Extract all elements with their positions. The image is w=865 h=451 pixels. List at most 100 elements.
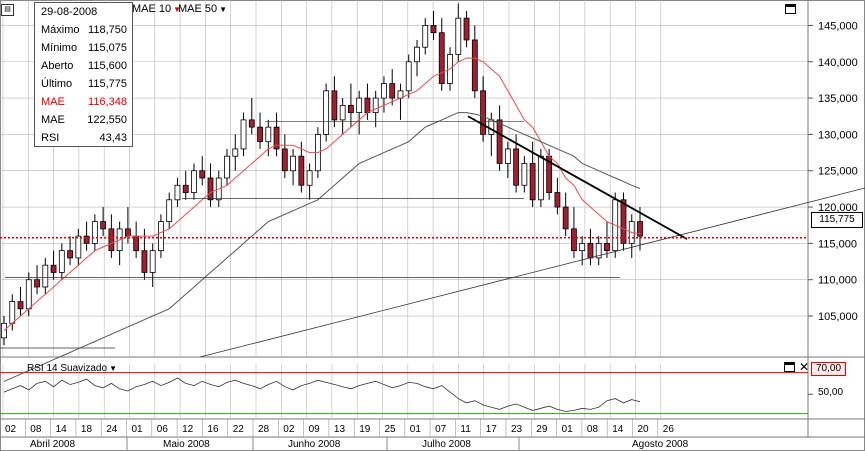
candle-body bbox=[414, 46, 420, 63]
x-tick-label: 18 bbox=[81, 424, 93, 435]
y-tick-label: 105,000 bbox=[818, 311, 858, 323]
x-month-label: Julho 2008 bbox=[422, 439, 471, 450]
candle-body bbox=[488, 119, 495, 135]
x-tick-label: 29 bbox=[536, 424, 548, 435]
candle-body bbox=[471, 39, 478, 92]
y-tick-label: 130,000 bbox=[818, 129, 858, 141]
candle-body bbox=[257, 126, 263, 143]
x-tick-label: 14 bbox=[612, 424, 624, 435]
tooltip-row-label: MAE bbox=[41, 114, 65, 126]
tooltip-row: MAE 116,348 bbox=[41, 93, 131, 111]
x-tick-label: 19 bbox=[359, 424, 371, 435]
x-month-label: Agosto 2008 bbox=[632, 439, 689, 450]
candle-body bbox=[149, 250, 156, 273]
x-tick-label: 08 bbox=[587, 424, 599, 435]
tooltip-row-value: 122,550 bbox=[87, 114, 127, 126]
candle-body bbox=[100, 221, 107, 230]
last-price-label: 115,775 bbox=[811, 212, 863, 228]
x-tick-label: 01 bbox=[132, 424, 144, 435]
candle-body bbox=[529, 163, 536, 201]
candle-body bbox=[513, 148, 520, 186]
candle-body bbox=[496, 119, 503, 164]
candle-body bbox=[323, 90, 330, 135]
candle-body bbox=[34, 279, 40, 288]
x-tick-label: 06 bbox=[157, 424, 169, 435]
candle-body bbox=[75, 235, 82, 259]
tooltip-row: Mínimo 115,075 bbox=[41, 39, 131, 57]
x-tick-label: 07 bbox=[435, 424, 447, 435]
candle-body bbox=[124, 228, 131, 237]
dropdown-arrow-icon: ▼ bbox=[219, 5, 228, 14]
tooltip-row-value: 115,075 bbox=[88, 42, 127, 54]
trend-line-up bbox=[199, 187, 865, 358]
tooltip-row-value: 118,750 bbox=[88, 24, 127, 36]
candle-body bbox=[521, 163, 528, 186]
x-tick-label: 13 bbox=[334, 424, 346, 435]
x-tick-label: 02 bbox=[5, 424, 17, 435]
tooltip-row-label: RSI bbox=[41, 132, 60, 144]
candle-body bbox=[463, 17, 470, 41]
x-tick-label: 02 bbox=[283, 424, 295, 435]
x-tick-label: 26 bbox=[663, 424, 675, 435]
x-tick-label: 01 bbox=[562, 424, 574, 435]
candle-body bbox=[207, 177, 214, 201]
x-tick-label: 08 bbox=[30, 424, 42, 435]
candle-body bbox=[504, 148, 511, 164]
candle-body bbox=[339, 104, 346, 121]
candle-body bbox=[141, 250, 148, 273]
candle-body bbox=[298, 155, 305, 186]
tooltip-row: RSI 43,43 bbox=[41, 129, 131, 147]
maximize-icon[interactable] bbox=[785, 4, 796, 14]
candle-body bbox=[42, 264, 49, 288]
candle-body bbox=[91, 221, 98, 244]
tooltip-date-row: 29-08-2008 bbox=[41, 3, 131, 21]
candle-body bbox=[604, 242, 610, 252]
mae10-indicator-toggle[interactable]: MAE 10 ▼ bbox=[132, 2, 181, 16]
y-tick-label: 125,000 bbox=[818, 166, 858, 178]
chart-menu-icon[interactable]: ▤ bbox=[1, 4, 14, 16]
candle-body bbox=[480, 90, 486, 135]
rsi-label: RSI 14 Suavizado bbox=[27, 363, 108, 374]
candle-body bbox=[430, 25, 437, 34]
close-icon[interactable]: ✕ bbox=[798, 361, 810, 373]
tooltip-row-value: 116,348 bbox=[88, 96, 127, 108]
x-tick-label: 23 bbox=[511, 424, 523, 435]
tooltip-row-value: 115,775 bbox=[88, 78, 127, 90]
candle-body bbox=[331, 90, 338, 121]
rsi-indicator-toggle[interactable]: RSI 14 Suavizado ▼ bbox=[27, 362, 117, 375]
rsi-maximize-icon[interactable] bbox=[784, 362, 795, 372]
data-tooltip: 29-08-2008 Máximo 118,750 Mínimo 115,075 Abe… bbox=[34, 2, 133, 147]
candle-body bbox=[356, 97, 363, 114]
candle-body bbox=[364, 97, 371, 114]
ma50-line bbox=[3, 112, 641, 382]
candle-body bbox=[248, 119, 255, 128]
candle-body bbox=[58, 250, 65, 273]
y-tick-label: 110,000 bbox=[818, 275, 857, 287]
candle-body bbox=[381, 83, 387, 99]
candle-body bbox=[240, 119, 247, 150]
candle-body bbox=[224, 155, 230, 179]
x-tick-label: 17 bbox=[486, 424, 498, 435]
x-tick-label: 20 bbox=[638, 424, 650, 435]
candle-body bbox=[290, 155, 296, 172]
tooltip-row-label: Mínimo bbox=[41, 42, 78, 54]
rsi-line bbox=[3, 377, 641, 412]
candle-body bbox=[174, 184, 181, 201]
candle-body bbox=[199, 170, 206, 179]
tooltip-row-value: 115,600 bbox=[88, 60, 127, 72]
tooltip-row: Máximo 118,750 bbox=[41, 21, 131, 39]
tooltip-row-value: 43,43 bbox=[99, 132, 127, 144]
x-tick-label: 09 bbox=[309, 424, 321, 435]
candle-body bbox=[67, 250, 73, 259]
tooltip-row-label: MAE bbox=[41, 96, 65, 108]
candle-body bbox=[108, 228, 115, 252]
candle-body bbox=[166, 199, 173, 222]
rsi-mid-level-label: 50,00 bbox=[818, 387, 844, 398]
candle-body bbox=[372, 97, 379, 114]
candle-body bbox=[571, 228, 577, 252]
rsi-upper-level-label: 70,00 bbox=[811, 362, 846, 376]
candle-body bbox=[25, 279, 32, 310]
mae50-indicator-toggle[interactable]: MAE 50 ▼ bbox=[178, 2, 227, 16]
candle-body bbox=[158, 221, 164, 252]
tooltip-row-label: Máximo bbox=[41, 24, 80, 36]
